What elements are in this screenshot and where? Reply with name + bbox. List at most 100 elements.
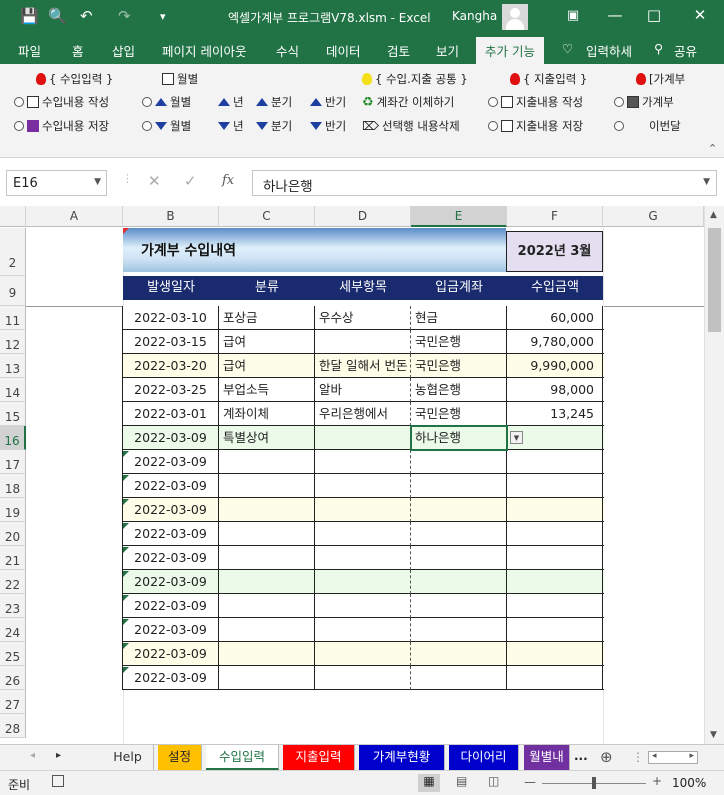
account-cell[interactable] [411, 546, 507, 570]
row-header[interactable]: 2 [0, 228, 26, 276]
row-header[interactable]: 18 [0, 474, 26, 498]
detail-cell[interactable] [315, 618, 411, 642]
quarter-up-button[interactable]: 분기 [256, 94, 292, 110]
date-cell[interactable]: 2022-03-01 [123, 402, 219, 426]
amount-cell[interactable] [507, 642, 603, 666]
category-cell[interactable] [219, 570, 315, 594]
column-header-a[interactable]: A [26, 206, 123, 227]
row-header[interactable]: 14 [0, 378, 26, 402]
amount-cell[interactable]: 9,780,000 [507, 330, 603, 354]
category-cell[interactable]: 부업소득 [219, 378, 315, 402]
period-label[interactable]: 2022년 3월 [506, 231, 603, 272]
account-cell[interactable] [411, 594, 507, 618]
tab-page-layout[interactable]: 페이지 레이아웃 [162, 41, 246, 60]
amount-cell[interactable] [507, 546, 603, 570]
active-cell-selection[interactable] [410, 425, 508, 451]
category-cell[interactable] [219, 594, 315, 618]
zoom-slider-thumb[interactable] [592, 777, 596, 789]
sheet-tab[interactable]: 수입입력 [206, 745, 279, 770]
date-cell[interactable]: 2022-03-09 [123, 594, 219, 618]
tab-file[interactable]: 파일 [18, 41, 41, 60]
date-cell[interactable]: 2022-03-15 [123, 330, 219, 354]
enter-icon[interactable]: ✓ [184, 172, 197, 190]
share-button[interactable]: 공유 [674, 41, 697, 60]
category-cell[interactable]: 급여 [219, 330, 315, 354]
quarter-down-button[interactable]: 분기 [256, 118, 292, 134]
tab-data[interactable]: 데이터 [326, 41, 361, 60]
transfer-button[interactable]: ♻ 계좌간 이체하기 [362, 94, 454, 110]
row-header[interactable]: 27 [0, 690, 26, 714]
date-cell[interactable]: 2022-03-09 [123, 642, 219, 666]
detail-cell[interactable] [315, 426, 411, 450]
sheet-tab[interactable]: 월별내 [524, 745, 570, 770]
select-all-corner[interactable] [0, 206, 26, 227]
page-break-view-button[interactable]: ◫ [488, 774, 499, 788]
cell-dropdown-button[interactable]: ▼ [510, 431, 523, 444]
maximize-button[interactable]: □ [641, 6, 667, 24]
year-up-button[interactable]: 년 [218, 94, 244, 110]
column-header-e[interactable]: E [411, 206, 507, 227]
account-cell[interactable]: 현금 [411, 306, 507, 330]
tab-add-ins[interactable]: 추가 기능 [476, 37, 544, 64]
account-cell[interactable] [411, 450, 507, 474]
normal-view-button[interactable]: ▦ [418, 774, 440, 792]
ribbon-display-icon[interactable]: ▣ [560, 8, 586, 23]
category-cell[interactable] [219, 474, 315, 498]
amount-cell[interactable] [507, 450, 603, 474]
row-header[interactable]: 24 [0, 618, 26, 642]
category-cell[interactable] [219, 642, 315, 666]
sheet-tab[interactable]: 다이어리 [449, 745, 519, 770]
amount-cell[interactable] [507, 666, 603, 690]
row-header[interactable]: 28 [0, 714, 26, 738]
scroll-right-icon[interactable]: ▸ [689, 751, 694, 761]
print-preview-icon[interactable]: 🔍 [48, 7, 67, 25]
category-cell[interactable] [219, 666, 315, 690]
row-header[interactable]: 26 [0, 666, 26, 690]
date-cell[interactable]: 2022-03-09 [123, 618, 219, 642]
account-cell[interactable]: 국민은행 [411, 354, 507, 378]
scroll-left-icon[interactable]: ◂ [652, 751, 657, 761]
sheet-tab[interactable]: Help [102, 745, 154, 770]
account-cell[interactable] [411, 498, 507, 522]
date-cell[interactable]: 2022-03-25 [123, 378, 219, 402]
next-sheet-icon[interactable]: ▸ [56, 750, 61, 761]
delete-selected-button[interactable]: ⌦ 선택행 내용삭제 [362, 118, 460, 134]
book-button[interactable]: 가계부 [614, 94, 674, 110]
detail-cell[interactable]: 한달 일해서 번돈 [315, 354, 411, 378]
category-cell[interactable] [219, 450, 315, 474]
date-cell[interactable]: 2022-03-20 [123, 354, 219, 378]
date-cell[interactable]: 2022-03-09 [123, 426, 219, 450]
insert-function-button[interactable]: fx [222, 173, 234, 188]
half-up-button[interactable]: 반기 [310, 94, 346, 110]
column-header-c[interactable]: C [219, 206, 315, 227]
tab-view[interactable]: 보기 [436, 41, 459, 60]
date-cell[interactable]: 2022-03-09 [123, 450, 219, 474]
account-cell[interactable] [411, 570, 507, 594]
year-down-button[interactable]: 년 [218, 118, 244, 134]
row-header[interactable]: 17 [0, 450, 26, 474]
date-cell[interactable]: 2022-03-09 [123, 498, 219, 522]
sheet-tab[interactable]: 설정 [158, 745, 202, 770]
row-header[interactable]: 20 [0, 522, 26, 546]
sheet-tab[interactable]: 가계부현황 [359, 745, 445, 770]
row-header[interactable]: 22 [0, 570, 26, 594]
detail-cell[interactable]: 우리은행에서 [315, 402, 411, 426]
detail-cell[interactable] [315, 666, 411, 690]
account-cell[interactable] [411, 642, 507, 666]
account-cell[interactable]: 국민은행 [411, 330, 507, 354]
amount-cell[interactable]: 9,990,000 [507, 354, 603, 378]
category-cell[interactable]: 급여 [219, 354, 315, 378]
zoom-level[interactable]: 100% [672, 776, 706, 790]
date-cell[interactable]: 2022-03-09 [123, 570, 219, 594]
minimize-button[interactable]: — [602, 6, 628, 24]
date-cell[interactable]: 2022-03-09 [123, 546, 219, 570]
detail-cell[interactable] [315, 546, 411, 570]
redo-icon[interactable]: ↷ [118, 7, 131, 25]
expand-formula-icon[interactable]: ▼ [703, 177, 710, 187]
vertical-scrollbar[interactable]: ▲ ▼ [704, 206, 724, 744]
income-save-button[interactable]: 수입내용 저장 [14, 118, 109, 134]
amount-cell[interactable] [507, 522, 603, 546]
column-header-g[interactable]: G [603, 206, 704, 227]
amount-cell[interactable]: 13,245 [507, 402, 603, 426]
detail-cell[interactable]: 우수상 [315, 306, 411, 330]
